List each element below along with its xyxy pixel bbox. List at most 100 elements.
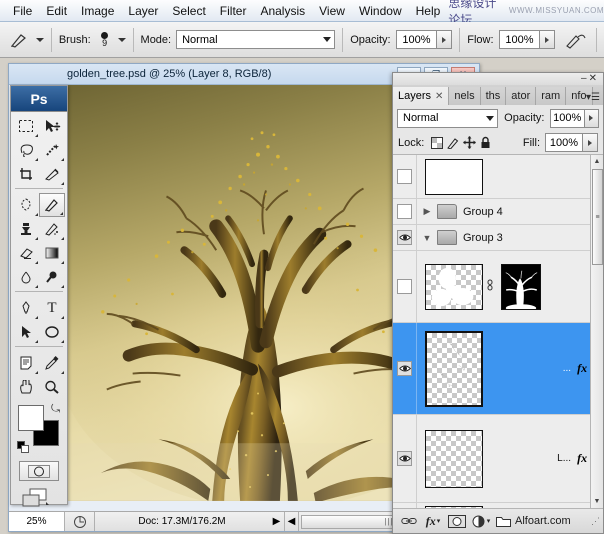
visibility-toggle[interactable] bbox=[393, 503, 417, 508]
lock-image-icon[interactable] bbox=[445, 135, 461, 151]
tab-close-icon[interactable]: ✕ bbox=[435, 91, 443, 102]
close-icon[interactable]: ✕ bbox=[589, 73, 599, 84]
default-colors-icon[interactable] bbox=[17, 441, 29, 453]
zoom-tool[interactable] bbox=[39, 375, 65, 399]
foreground-color-swatch[interactable] bbox=[18, 405, 44, 431]
lock-all-icon[interactable] bbox=[477, 135, 493, 151]
minimize-icon[interactable]: – bbox=[581, 73, 589, 84]
menu-item-view[interactable]: View bbox=[312, 2, 352, 20]
scroll-left-icon[interactable]: ◀ bbox=[285, 512, 299, 531]
hand-tool[interactable] bbox=[13, 375, 39, 399]
brush-picker-chevron-down-icon[interactable] bbox=[117, 37, 126, 42]
panel-window-controls[interactable]: –✕ bbox=[581, 73, 599, 84]
eraser-tool[interactable] bbox=[13, 241, 39, 265]
layer-list[interactable]: ▶ Group 4 ▼ Group 3 ... fx L... fx ▲ ≡ ▼ bbox=[393, 155, 603, 509]
tab-paths[interactable]: ths bbox=[480, 87, 507, 105]
visibility-toggle[interactable] bbox=[393, 251, 417, 322]
visibility-toggle[interactable] bbox=[393, 415, 417, 502]
path-selection-tool[interactable] bbox=[13, 320, 39, 344]
tab-layers[interactable]: Layers ✕ bbox=[393, 87, 450, 105]
document-preview-icon[interactable] bbox=[65, 512, 95, 531]
clone-stamp-tool[interactable] bbox=[13, 217, 39, 241]
pen-tool[interactable] bbox=[13, 296, 39, 320]
swap-colors-icon[interactable]: ⤿ bbox=[51, 403, 60, 416]
healing-brush-tool[interactable] bbox=[13, 193, 39, 217]
crop-tool[interactable] bbox=[13, 162, 39, 186]
layer-thumbnail-empty[interactable] bbox=[425, 429, 483, 488]
zoom-level-input[interactable]: 25% bbox=[9, 512, 65, 531]
layer-effects-fx-icon[interactable]: fx bbox=[577, 451, 587, 466]
scrollbar-thumb[interactable]: ≡ bbox=[592, 169, 603, 265]
opacity-slider-button[interactable] bbox=[437, 30, 453, 49]
new-adjustment-layer-icon[interactable]: ▾ bbox=[469, 511, 493, 531]
group-collapse-chevron-down-icon[interactable]: ▼ bbox=[417, 233, 437, 243]
magic-wand-tool[interactable] bbox=[39, 138, 65, 162]
visibility-toggle[interactable] bbox=[393, 225, 417, 250]
menu-item-help[interactable]: Help bbox=[409, 2, 448, 20]
rectangular-marquee-tool[interactable] bbox=[13, 114, 39, 138]
tool-preset-chevron-down-icon[interactable] bbox=[35, 37, 44, 42]
layer-row-bottom-layer[interactable]: L... fx ▼ bbox=[393, 415, 603, 503]
panel-opacity-slider-button[interactable] bbox=[584, 108, 599, 128]
status-expand-icon[interactable]: ▶ bbox=[269, 512, 285, 531]
tab-navigator[interactable]: ator bbox=[506, 87, 537, 105]
mask-link-icon[interactable] bbox=[485, 279, 495, 294]
layer-row-selected-layer[interactable]: ... fx ▼ bbox=[393, 323, 603, 415]
layer-thumbnail-partial[interactable] bbox=[425, 505, 483, 508]
type-tool[interactable]: T bbox=[39, 296, 65, 320]
scroll-up-icon[interactable]: ▲ bbox=[591, 155, 603, 168]
menu-item-layer[interactable]: Layer bbox=[121, 2, 165, 20]
menu-item-image[interactable]: Image bbox=[74, 2, 121, 20]
layer-thumbnail-white[interactable] bbox=[425, 158, 483, 195]
menu-item-edit[interactable]: Edit bbox=[39, 2, 74, 20]
layer-row-group-3[interactable]: ▼ Group 3 bbox=[393, 225, 603, 251]
dodge-tool[interactable] bbox=[39, 265, 65, 289]
quick-mask-icon[interactable] bbox=[19, 461, 59, 481]
history-brush-tool[interactable] bbox=[39, 217, 65, 241]
menu-item-file[interactable]: File bbox=[6, 2, 39, 20]
visibility-toggle[interactable] bbox=[393, 323, 417, 414]
layer-row-group-4[interactable]: ▶ Group 4 bbox=[393, 199, 603, 225]
eyedropper-tool[interactable] bbox=[39, 351, 65, 375]
link-layers-icon[interactable] bbox=[397, 511, 421, 531]
lock-position-icon[interactable] bbox=[461, 135, 477, 151]
gradient-tool[interactable] bbox=[39, 241, 65, 265]
menu-item-window[interactable]: Window bbox=[352, 2, 409, 20]
layers-vertical-scrollbar[interactable]: ▲ ≡ ▼ bbox=[590, 155, 603, 508]
current-tool-brush-icon[interactable] bbox=[6, 29, 32, 51]
brush-tool[interactable] bbox=[39, 193, 65, 217]
panel-title-bar[interactable]: –✕ bbox=[393, 73, 603, 85]
layer-thumbnail-white-blobs[interactable] bbox=[425, 263, 483, 310]
layer-thumbnail-sparse[interactable] bbox=[425, 330, 483, 407]
layer-mask-thumbnail-tree[interactable] bbox=[501, 263, 541, 310]
opacity-input[interactable]: 100% bbox=[395, 30, 438, 49]
menu-item-select[interactable]: Select bbox=[165, 2, 212, 20]
layer-row-partial[interactable] bbox=[393, 503, 603, 508]
flow-slider-button[interactable] bbox=[540, 30, 556, 49]
brush-preview[interactable]: 9 bbox=[96, 31, 114, 48]
slice-tool[interactable] bbox=[39, 162, 65, 186]
layer-row-masked-layer[interactable] bbox=[393, 251, 603, 323]
menu-item-analysis[interactable]: Analysis bbox=[253, 2, 312, 20]
ellipse-shape-tool[interactable] bbox=[39, 320, 65, 344]
menu-item-filter[interactable]: Filter bbox=[213, 2, 254, 20]
scroll-down-icon[interactable]: ▼ bbox=[591, 495, 603, 508]
notes-tool[interactable] bbox=[13, 351, 39, 375]
add-layer-style-icon[interactable]: fx ▾ bbox=[421, 511, 445, 531]
airbrush-icon[interactable] bbox=[563, 29, 589, 51]
add-layer-mask-icon[interactable] bbox=[445, 511, 469, 531]
screen-mode-icon[interactable] bbox=[19, 487, 59, 509]
panel-menu-icon[interactable]: ▾☰ bbox=[586, 92, 600, 103]
blur-tool[interactable] bbox=[13, 265, 39, 289]
tab-channels[interactable]: nels bbox=[449, 87, 481, 105]
flow-input[interactable]: 100% bbox=[498, 30, 541, 49]
layer-blend-mode-select[interactable]: Normal bbox=[397, 108, 499, 128]
resize-grip-icon[interactable]: ⋰ bbox=[591, 516, 600, 527]
group-expand-chevron-right-icon[interactable]: ▶ bbox=[417, 206, 437, 217]
blend-mode-select[interactable]: Normal bbox=[176, 30, 336, 49]
fill-input[interactable]: 100% bbox=[545, 133, 583, 152]
visibility-toggle[interactable] bbox=[393, 199, 417, 224]
layer-row-top-white[interactable] bbox=[393, 155, 603, 199]
tab-histogram[interactable]: ram bbox=[536, 87, 567, 105]
move-tool[interactable] bbox=[39, 114, 65, 138]
